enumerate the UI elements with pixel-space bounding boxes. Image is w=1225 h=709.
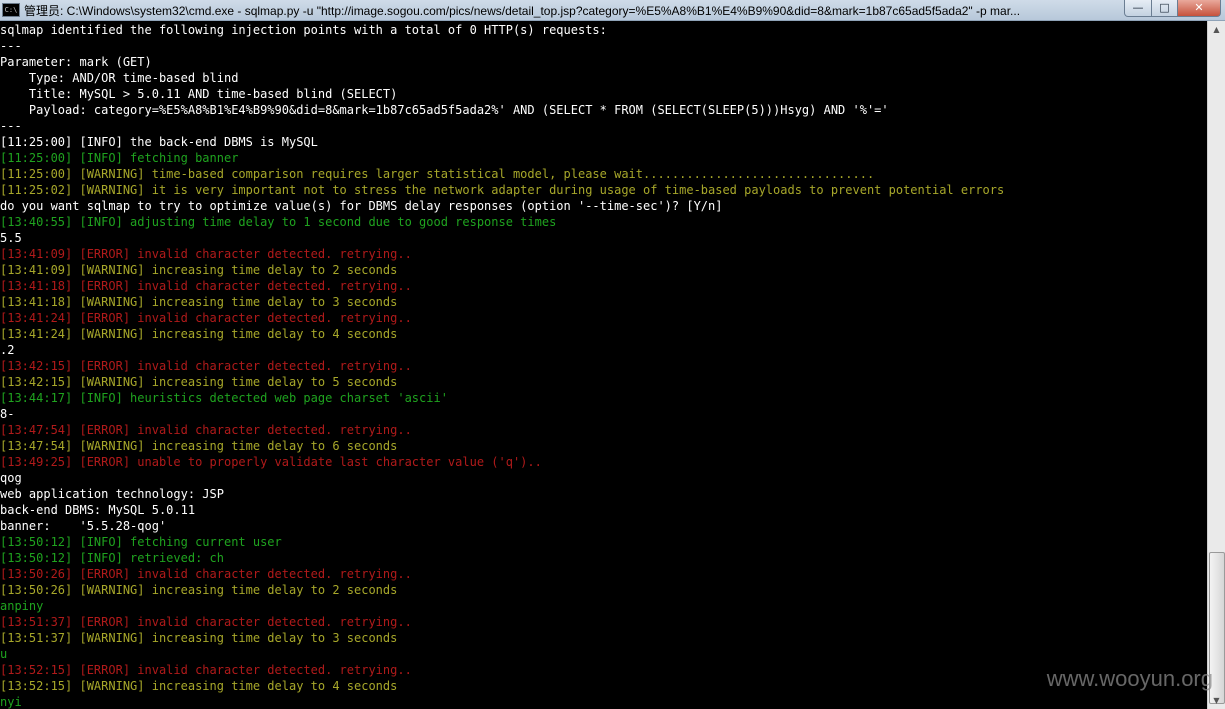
console-line: anpiny: [0, 599, 44, 613]
minimize-button[interactable]: —: [1124, 0, 1152, 17]
console-line: web application technology: JSP: [0, 487, 224, 501]
console-line: [13:50:12] [INFO] retrieved: ch: [0, 551, 224, 565]
console-line: [13:42:15] [ERROR] invalid character det…: [0, 359, 412, 373]
console-line: [13:47:54] [ERROR] invalid character det…: [0, 423, 412, 437]
console-line: [13:50:26] [ERROR] invalid character det…: [0, 567, 412, 581]
console-line: [13:41:18] [ERROR] invalid character det…: [0, 279, 412, 293]
scroll-down-arrow-icon[interactable]: ▼: [1208, 692, 1225, 709]
console-line: [13:41:09] [WARNING] increasing time del…: [0, 263, 398, 277]
console-line: qog: [0, 471, 22, 485]
console-line: [13:42:15] [WARNING] increasing time del…: [0, 375, 398, 389]
console-line: Title: MySQL > 5.0.11 AND time-based bli…: [0, 87, 398, 101]
console-line: [13:50:12] [INFO] fetching current user: [0, 535, 282, 549]
vertical-scrollbar[interactable]: ▲ ▼: [1207, 21, 1225, 709]
watermark: www.wooyun.org: [1046, 666, 1213, 691]
console-line: Type: AND/OR time-based blind: [0, 71, 239, 85]
console-line: [11:25:00] [WARNING] time-based comparis…: [0, 167, 875, 181]
console-line: [13:47:54] [WARNING] increasing time del…: [0, 439, 398, 453]
console-line: [13:41:09] [ERROR] invalid character det…: [0, 247, 412, 261]
title-bar[interactable]: C:\ 管理员: C:\Windows\system32\cmd.exe - s…: [0, 0, 1225, 21]
console-line: banner: '5.5.28-qog': [0, 519, 167, 533]
console-line: do you want sqlmap to try to optimize va…: [0, 199, 723, 213]
scroll-up-arrow-icon[interactable]: ▲: [1208, 21, 1225, 38]
console-line: nyi: [0, 695, 22, 709]
console-line: u: [0, 647, 8, 661]
console-line: [13:41:24] [ERROR] invalid character det…: [0, 311, 412, 325]
console-line: .2: [0, 343, 15, 357]
console-line: [13:51:37] [WARNING] increasing time del…: [0, 631, 398, 645]
console-line: 8-: [0, 407, 15, 421]
console-line: back-end DBMS: MySQL 5.0.11: [0, 503, 196, 517]
console-output[interactable]: sqlmap identified the following injectio…: [0, 22, 1204, 709]
console-line: [13:41:18] [WARNING] increasing time del…: [0, 295, 398, 309]
console-line: sqlmap identified the following injectio…: [0, 23, 607, 37]
console-line: [13:51:37] [ERROR] invalid character det…: [0, 615, 412, 629]
cmd-app-icon[interactable]: C:\: [2, 3, 20, 17]
console-line: ---: [0, 119, 22, 133]
maximize-button[interactable]: □: [1152, 0, 1178, 17]
console-line: 5.5: [0, 231, 22, 245]
console-line: [13:40:55] [INFO] adjusting time delay t…: [0, 215, 557, 229]
console-line: [11:25:02] [WARNING] it is very importan…: [0, 183, 1005, 197]
console-line: [11:25:00] [INFO] fetching banner: [0, 151, 239, 165]
console-line: [13:52:15] [ERROR] invalid character det…: [0, 663, 412, 677]
console-line: [11:25:00] [INFO] the back-end DBMS is M…: [0, 135, 318, 149]
console-line: Payload: category=%E5%A8%B1%E4%B9%90&did…: [0, 103, 889, 117]
console-line: ---: [0, 39, 22, 53]
console-line: Parameter: mark (GET): [0, 55, 152, 69]
console-line: [13:49:25] [ERROR] unable to properly va…: [0, 455, 542, 469]
close-button[interactable]: ✕: [1178, 0, 1221, 17]
console-line: [13:50:26] [WARNING] increasing time del…: [0, 583, 398, 597]
window-title: 管理员: C:\Windows\system32\cmd.exe - sqlma…: [24, 3, 1021, 18]
console-line: [13:44:17] [INFO] heuristics detected we…: [0, 391, 448, 405]
console-line: [13:41:24] [WARNING] increasing time del…: [0, 327, 398, 341]
window-controls: — □ ✕: [1124, 0, 1221, 18]
console-line: [13:52:15] [WARNING] increasing time del…: [0, 679, 398, 693]
